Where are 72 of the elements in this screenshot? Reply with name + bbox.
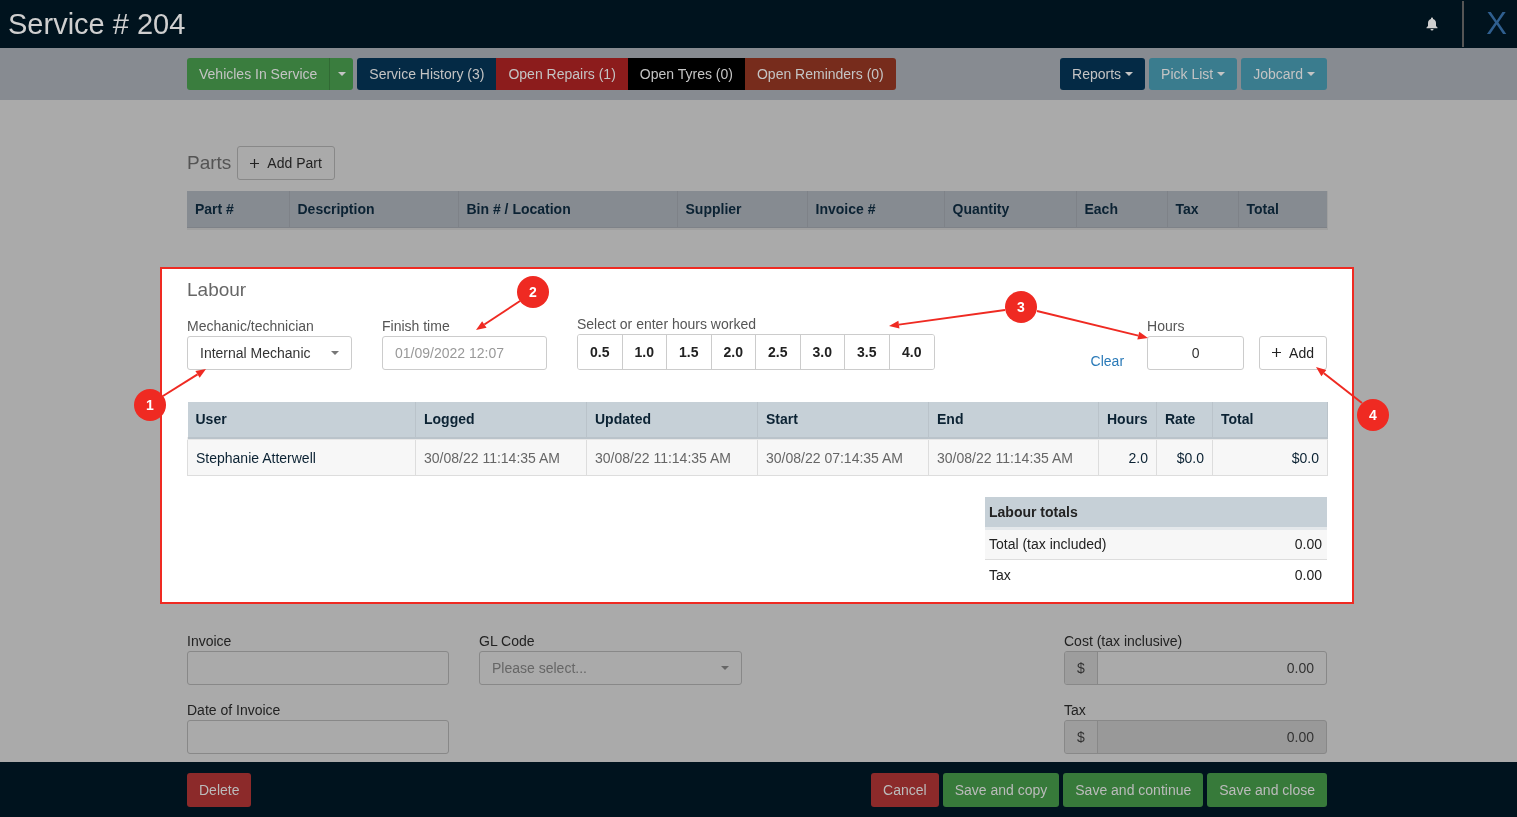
currency-prefix: $ <box>1065 651 1098 684</box>
caret-icon <box>1307 72 1315 76</box>
caret-icon <box>337 72 346 76</box>
table-cell: $0.0 <box>1156 438 1213 476</box>
column-header: Tax <box>1167 191 1238 228</box>
field-label: Select or enter hours worked <box>577 315 757 332</box>
invoice-field[interactable] <box>187 650 449 685</box>
table-cell: 2.0 <box>1098 438 1157 476</box>
field-label: Date of Invoice <box>187 701 282 718</box>
plus-icon <box>1272 348 1282 357</box>
table-cell: 30/08/22 11:14:35 AM <box>415 438 587 476</box>
callout-marker: 4 <box>1357 399 1389 431</box>
callout-marker: 1 <box>134 389 166 421</box>
table-cell: 30/08/22 11:14:35 AM <box>586 438 758 476</box>
amount-value: 0.00 <box>1285 658 1315 678</box>
column-header: Bin # / Location <box>458 191 677 228</box>
column-header: Start <box>757 401 929 439</box>
field-label: Hours <box>1147 317 1186 334</box>
record-button[interactable]: Open Tyres (0) <box>627 58 745 90</box>
hours-preset-button[interactable]: 0.5 <box>578 334 623 369</box>
column-header: Updated <box>586 401 758 439</box>
annotation-arrow <box>476 300 521 330</box>
record-button[interactable]: Open Repairs (1) <box>496 58 628 90</box>
amount-field[interactable]: $ 0.00 <box>1064 650 1327 685</box>
caret-icon <box>1125 72 1134 76</box>
column-header: Quantity <box>944 191 1076 228</box>
dropdown-toggle[interactable] <box>329 58 354 90</box>
plus-icon <box>250 158 260 168</box>
table-cell: 30/08/22 07:14:35 AM <box>757 438 929 476</box>
clear-link[interactable]: Clear <box>1090 352 1125 370</box>
column-header: Description <box>289 191 458 228</box>
column-header: Each <box>1076 191 1167 228</box>
bell-icon[interactable] <box>1426 17 1439 31</box>
column-header: User <box>187 401 416 439</box>
amount-value: 0.00 <box>1285 727 1315 747</box>
column-header: Supplier <box>677 191 807 228</box>
section-title: Parts <box>187 152 232 174</box>
mechanic-select[interactable]: Internal Mechanic <box>187 335 352 370</box>
record-button[interactable]: Open Reminders (0) <box>744 58 896 90</box>
page-title: Service # 204 <box>8 7 187 41</box>
section-title: Labour <box>187 278 247 302</box>
field-label: Finish time <box>382 317 451 334</box>
caret-icon <box>1217 72 1226 76</box>
totals-label: Total (tax included) <box>985 528 1251 559</box>
finish-time-field[interactable]: 01/09/2022 12:07 <box>382 335 547 370</box>
field-label: GL Code <box>479 632 536 649</box>
column-header: End <box>928 401 1099 439</box>
currency-prefix: $ <box>1065 720 1098 753</box>
totals-value: 0.00 <box>1250 528 1327 559</box>
column-header: Rate <box>1156 401 1213 439</box>
field-label: Mechanic/technician <box>187 317 315 334</box>
table-cell: $0.0 <box>1212 438 1328 476</box>
field-label: Cost (tax inclusive) <box>1064 632 1184 649</box>
column-header: Total <box>1212 401 1328 439</box>
field-label: Tax <box>1064 701 1087 718</box>
column-header: Invoice # <box>807 191 944 228</box>
field-label: Invoice <box>187 632 233 649</box>
footer-button[interactable]: Cancel <box>871 772 939 807</box>
column-header: Logged <box>415 401 587 439</box>
column-header: Total <box>1238 191 1327 228</box>
menu-button[interactable]: Reports <box>1060 58 1146 90</box>
table-cell: 30/08/22 11:14:35 AM <box>928 438 1099 476</box>
add-part-button[interactable]: Add Part <box>237 146 335 180</box>
column-header: Part # <box>187 191 289 228</box>
column-header: Hours <box>1098 401 1157 439</box>
date-field[interactable] <box>187 719 449 754</box>
table-cell: Stephanie Atterwell <box>187 438 416 476</box>
record-button[interactable]: Service History (3) <box>357 58 497 90</box>
add-button[interactable]: Add <box>1259 335 1327 370</box>
totals-header: Labour totals <box>985 497 1327 528</box>
footer-button[interactable]: Delete <box>187 772 252 807</box>
hours-field[interactable]: 0 <box>1147 335 1245 370</box>
